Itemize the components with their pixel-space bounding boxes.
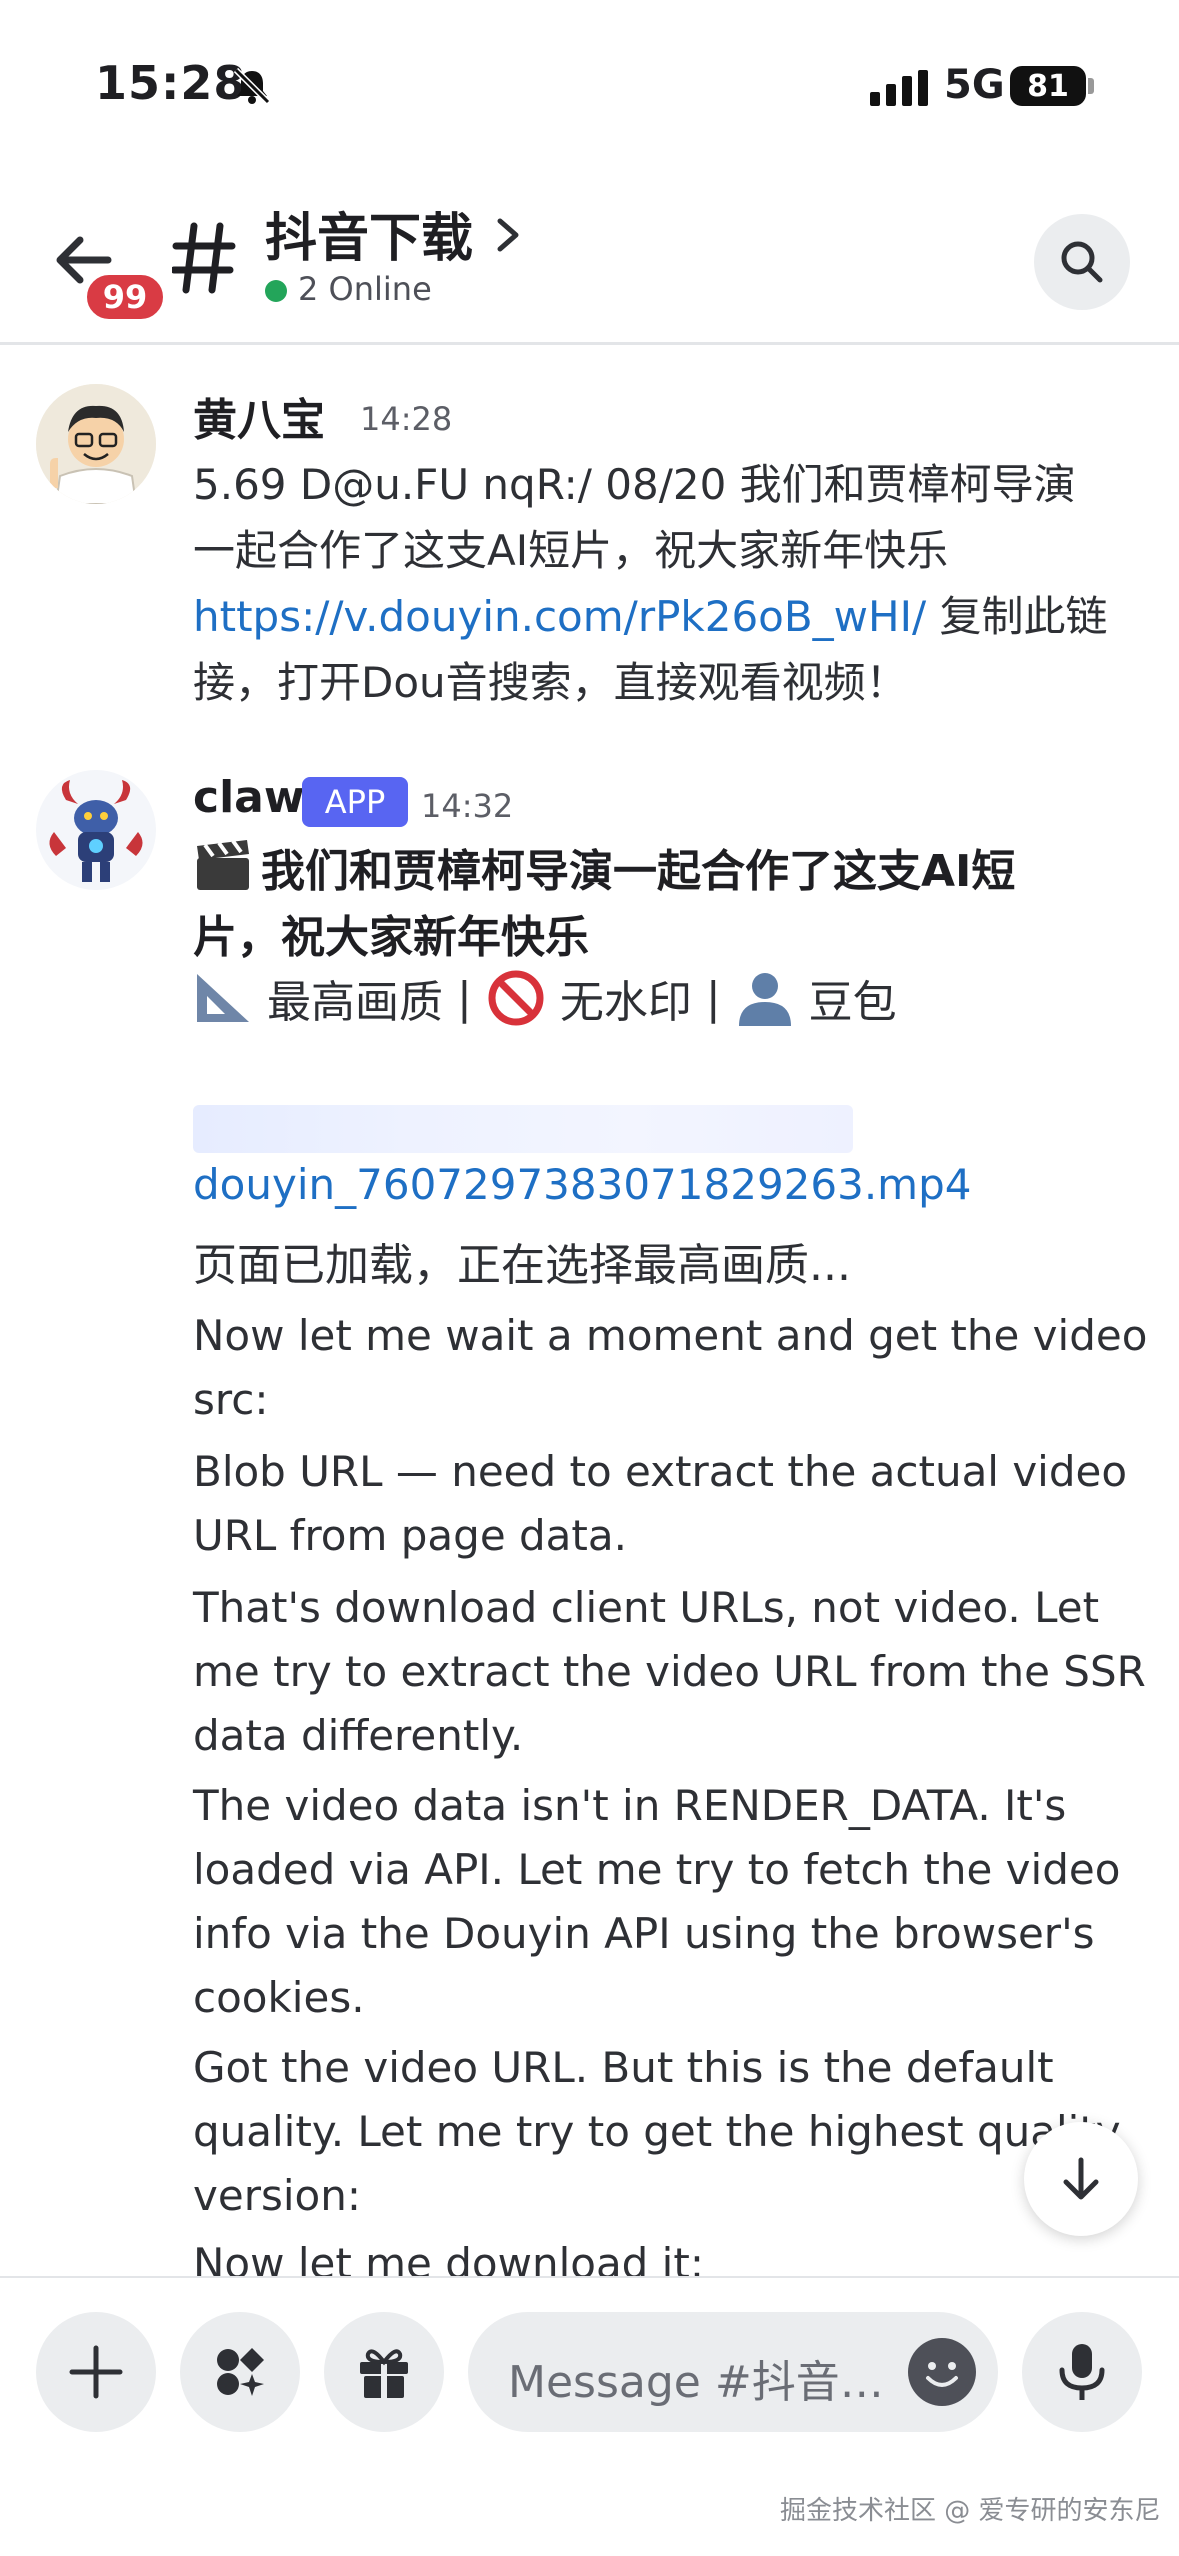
message-text: 复制此链 xyxy=(926,592,1108,641)
gift-button[interactable] xyxy=(324,2312,444,2432)
message-line: 5.69 D@u.FU nqR:/ 08/20 我们和贾樟柯导演 xyxy=(193,460,1076,509)
apps-icon xyxy=(217,2348,264,2396)
arrow-down-icon xyxy=(1063,2157,1099,2200)
no-entry-icon xyxy=(488,970,544,1026)
triangular-ruler-icon xyxy=(197,974,249,1022)
channel-header: 99 抖音下载 2 Online xyxy=(0,170,1179,345)
battery-tip xyxy=(1088,78,1094,94)
message-author[interactable]: claw xyxy=(193,772,305,823)
online-status-dot xyxy=(265,280,287,302)
unread-badge: 99 xyxy=(82,270,168,324)
message-line: 接，打开Dou音搜索，直接观看视频！ xyxy=(193,658,908,707)
status-bar: 15:28 5G 81 xyxy=(0,0,1179,170)
scroll-to-bottom-button[interactable] xyxy=(1024,2122,1138,2236)
hash-icon xyxy=(172,222,236,294)
log-line: That's download client URLs, not video. … xyxy=(193,1583,1146,1760)
gift-icon xyxy=(360,2349,408,2398)
log-line: Blob URL — need to extract the actual vi… xyxy=(193,1447,1128,1560)
message-timestamp: 14:32 xyxy=(421,787,514,825)
message-title-text: 我们和贾樟柯导演一起合作了这支AI短 xyxy=(261,846,1016,897)
meta-author: 豆包 xyxy=(808,977,897,1028)
message-title-line: 我们和贾樟柯导演一起合作了这支AI短 xyxy=(193,838,1153,905)
message-title: 我们和贾樟柯导演一起合作了这支AI短 片，祝大家新年快乐 xyxy=(193,838,1153,971)
add-attachment-button[interactable] xyxy=(36,2312,156,2432)
message-author[interactable]: 黄八宝 xyxy=(193,384,325,448)
log-line: Got the video URL. But this is the defau… xyxy=(193,2043,1121,2220)
plus-icon xyxy=(69,2345,123,2399)
status-line: 页面已加载，正在选择最高画质... xyxy=(193,1240,851,1291)
online-count: 2 Online xyxy=(298,270,432,308)
robot-lobster-avatar-icon xyxy=(36,770,156,890)
message-title-line: 片，祝大家新年快乐 xyxy=(193,912,589,963)
log-line: Now let me wait a moment and get the vid… xyxy=(193,1311,1148,1424)
status-time: 15:28 xyxy=(95,56,247,110)
file-link[interactable]: douyin_7607297383071829263.mp4 xyxy=(193,1160,971,1209)
message-timestamp: 14:28 xyxy=(360,400,453,438)
message-link[interactable]: https://v.douyin.com/rPk26oB_wHI/ xyxy=(193,592,926,641)
meta-watermark: 无水印 xyxy=(559,977,692,1028)
watermark-text: 掘金技术社区 @ 爱专研的安东尼 xyxy=(780,2496,1161,2526)
bot-avatar[interactable] xyxy=(36,770,156,890)
message-line: 一起合作了这支AI短片，祝大家新年快乐 xyxy=(193,526,949,575)
app-badge: APP xyxy=(302,777,408,827)
message-body: 5.69 D@u.FU nqR:/ 08/20 我们和贾樟柯导演 一起合作了这支… xyxy=(193,452,1153,716)
avatar[interactable] xyxy=(36,384,156,504)
signal-icon xyxy=(870,70,928,106)
message-input-placeholder: Message #抖音… xyxy=(508,2357,884,2408)
network-label: 5G xyxy=(944,62,1005,108)
message-input[interactable]: Message #抖音… xyxy=(468,2312,998,2432)
apps-button[interactable] xyxy=(180,2312,300,2432)
search-button[interactable] xyxy=(1034,214,1130,310)
message-line: https://v.douyin.com/rPk26oB_wHI/ 复制此链 xyxy=(193,584,1153,650)
log-line: The video data isn't in RENDER_DATA. It'… xyxy=(193,1781,1121,2022)
cartoon-avatar-icon xyxy=(36,384,156,504)
blurred-content xyxy=(193,1105,853,1153)
video-meta: 最高画质 | 无水印 | 豆包 xyxy=(193,966,897,1030)
bell-off-icon xyxy=(233,67,271,105)
voice-message-button[interactable] xyxy=(1022,2312,1142,2432)
meta-separator: | xyxy=(705,972,721,1024)
meta-separator: | xyxy=(457,972,472,1024)
meta-quality: 最高画质 xyxy=(267,977,443,1028)
battery-indicator: 81 xyxy=(1010,66,1086,106)
emoji-button[interactable] xyxy=(908,2338,976,2406)
microphone-icon xyxy=(1059,2344,1105,2400)
person-silhouette-icon xyxy=(738,973,791,1026)
clapperboard-icon xyxy=(197,839,249,890)
smiley-icon xyxy=(926,2362,958,2387)
chevron-right-icon[interactable] xyxy=(494,215,522,255)
log-line: Now let me download it: xyxy=(193,2239,704,2276)
search-icon xyxy=(1061,241,1103,283)
channel-name[interactable]: 抖音下载 xyxy=(265,196,473,271)
